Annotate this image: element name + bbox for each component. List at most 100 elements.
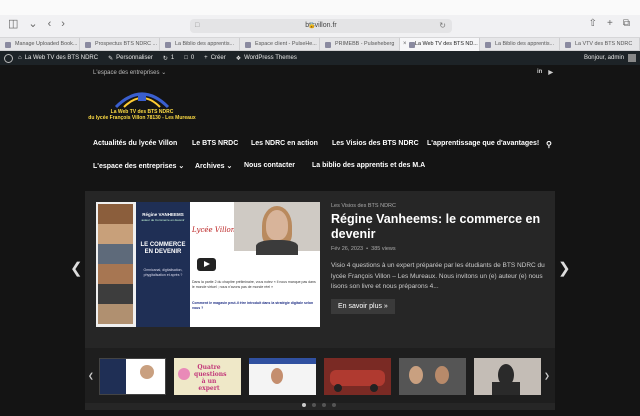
featured-thumbnail[interactable]: Régine VANHEEMS auteur de Commerce en de… [96, 202, 320, 327]
address-bar[interactable]: □ 🔒 btsvillon.fr ↻ [190, 19, 452, 33]
favicon-icon [5, 42, 11, 48]
browser-tab[interactable]: Manage Uploaded Book... [0, 38, 80, 51]
back-icon[interactable]: ‹ [48, 19, 52, 30]
tab-overview-icon[interactable]: ⧉ [623, 18, 630, 29]
admin-themes[interactable]: ❖ WordPress Themes [231, 55, 302, 62]
carousel-next-icon[interactable]: ❯ [544, 372, 550, 380]
admin-customize[interactable]: ✎ Personnaliser [103, 55, 158, 62]
search-icon[interactable]: ⚲ [546, 140, 552, 149]
youtube-icon[interactable]: ▶ [548, 69, 553, 76]
carousel-thumb[interactable] [324, 358, 391, 395]
carousel-dot[interactable] [302, 403, 306, 407]
refresh-icon: ↻ [162, 55, 168, 62]
reload-icon[interactable]: ↻ [439, 19, 446, 33]
tab-label: Espace client - PulseHe... [255, 41, 317, 47]
favicon-icon [409, 42, 415, 48]
page-icon: □ [195, 22, 200, 29]
carousel-thumb[interactable]: Quatre questions à un expert [174, 358, 241, 395]
carousel-prev-icon[interactable]: ❮ [88, 372, 94, 380]
thumb-book-panel: Régine VANHEEMS auteur de Commerce en de… [96, 202, 190, 327]
post-title[interactable]: Régine Vanheems: le commerce en devenir [331, 212, 549, 241]
book-cover: Régine VANHEEMS auteur de Commerce en de… [136, 202, 190, 327]
wordpress-icon[interactable] [4, 53, 13, 63]
nav-label: Nous contacter [244, 162, 295, 169]
avatar [628, 54, 636, 62]
speaker-face [266, 210, 288, 240]
tab-label: La Biblio des apprentis... [495, 41, 555, 47]
carousel-strip: ❮ Quatre questions à un expert ❯ [85, 348, 555, 403]
post-excerpt: Visio 4 questions à un expert préparée p… [331, 262, 545, 290]
slider-next-icon[interactable]: ❯ [558, 259, 571, 277]
favicon-icon [245, 42, 251, 48]
plus-icon: + [204, 55, 208, 61]
nav-label: L'espace des entreprises [93, 163, 177, 170]
carousel-dot[interactable] [332, 403, 336, 407]
browser-actions: ⇧ + ⧉ [589, 18, 630, 29]
lock-icon: 🔒 [308, 23, 316, 29]
nav-item[interactable]: L'apprentissage que d'avantages! [427, 140, 539, 147]
share-icon[interactable]: ⇧ [589, 18, 597, 29]
play-icon[interactable] [197, 258, 216, 271]
favicon-icon [565, 42, 571, 48]
book-mosaic [98, 204, 133, 324]
nav-item[interactable]: L'espace des entreprises ⌄ [93, 162, 184, 170]
tab-label: La VTV des BTS NDRC [575, 41, 633, 47]
tab-label: La Biblio des apprentis... [175, 41, 235, 47]
carousel-dot[interactable] [312, 403, 316, 407]
post-category[interactable]: Les Visios des BTS NDRC [331, 203, 396, 209]
admin-new[interactable]: + Créer [199, 55, 231, 61]
carousel-thumb[interactable] [99, 358, 166, 395]
nav-item[interactable]: La biblio des apprentis et des M.A [312, 162, 425, 169]
tab-bar: Manage Uploaded Book... Prospectus BTS ND… [0, 38, 640, 51]
browser-tab[interactable]: La Biblio des apprentis... [480, 38, 560, 51]
admin-comments[interactable]: □ 0 [179, 55, 199, 61]
favicon-icon [485, 42, 491, 48]
sidebar-toggle-icon[interactable]: ◫ [8, 19, 18, 30]
nav-item[interactable]: Les Visios des BTS NDRC [332, 140, 419, 147]
carousel-thumb[interactable] [474, 358, 541, 395]
carousel-thumb[interactable] [399, 358, 466, 395]
admin-site-name[interactable]: ⌂ La Web TV des BTS NDRC [13, 55, 103, 61]
carousel-thumb[interactable] [249, 358, 316, 395]
tab-label: La Web TV des BTS ND... [415, 41, 478, 47]
nav-item[interactable]: Les NDRC en action [251, 140, 318, 147]
thumb-caption: Quatre questions à un expert [194, 364, 227, 392]
nav-label: La biblio des apprentis et des M.A [312, 162, 426, 169]
chevron-down-icon: ⌄ [161, 70, 167, 76]
chevron-down-icon: ⌄ [176, 163, 185, 170]
browser-tab[interactable]: Prospectus BTS NDRC ... [80, 38, 160, 51]
linkedin-icon[interactable]: in [537, 69, 542, 76]
browser-nav-controls: ◫ ⌄ ‹ › [8, 19, 65, 30]
chevron-down-icon[interactable]: ⌄ [28, 19, 37, 30]
browser-tab[interactable]: PRIMEBB - Pulseheberg [320, 38, 400, 51]
system-menu-strip [0, 0, 640, 15]
nav-item[interactable]: Actualités du lycée Villon [93, 140, 177, 147]
post-meta: Fév 26, 2023 • 385 views [331, 246, 396, 252]
logo-text: La Web TV des BTS NDRC du lycée François … [88, 109, 196, 121]
carousel-dot[interactable] [322, 403, 326, 407]
admin-updates[interactable]: ↻ 1 [158, 55, 179, 62]
chevron-down-icon: ⌄ [224, 163, 233, 170]
favicon-icon [85, 42, 91, 48]
comment-icon: □ [184, 55, 188, 61]
nav-item[interactable]: Archives ⌄ [195, 162, 232, 170]
read-more-button[interactable]: En savoir plus » [331, 299, 395, 314]
home-icon: ⌂ [18, 55, 22, 61]
browser-tab[interactable]: Espace client - PulseHe... [240, 38, 320, 51]
admin-account[interactable]: Bonjour, admin [584, 51, 636, 65]
nav-item[interactable]: Nous contacter [244, 162, 295, 169]
social-links: in ▶ [537, 69, 553, 76]
site-logo[interactable]: La Web TV des BTS NDRC du lycée François … [88, 87, 196, 125]
utility-link[interactable]: L'espace des entreprises ⌄ [93, 69, 166, 76]
browser-tab[interactable]: × La Web TV des BTS ND... [400, 38, 480, 51]
new-tab-icon[interactable]: + [607, 18, 613, 29]
question-2: Comment le magasin peut-il être introdui… [192, 301, 314, 310]
close-icon[interactable]: × [403, 38, 407, 51]
brush-icon: ✎ [108, 55, 114, 62]
slider-prev-icon[interactable]: ❮ [70, 259, 83, 277]
forward-icon[interactable]: › [61, 19, 65, 30]
browser-tab[interactable]: La VTV des BTS NDRC [560, 38, 640, 51]
video-frame [234, 202, 320, 255]
browser-tab[interactable]: La Biblio des apprentis... [160, 38, 240, 51]
nav-item[interactable]: Le BTS NRDC [192, 140, 238, 147]
